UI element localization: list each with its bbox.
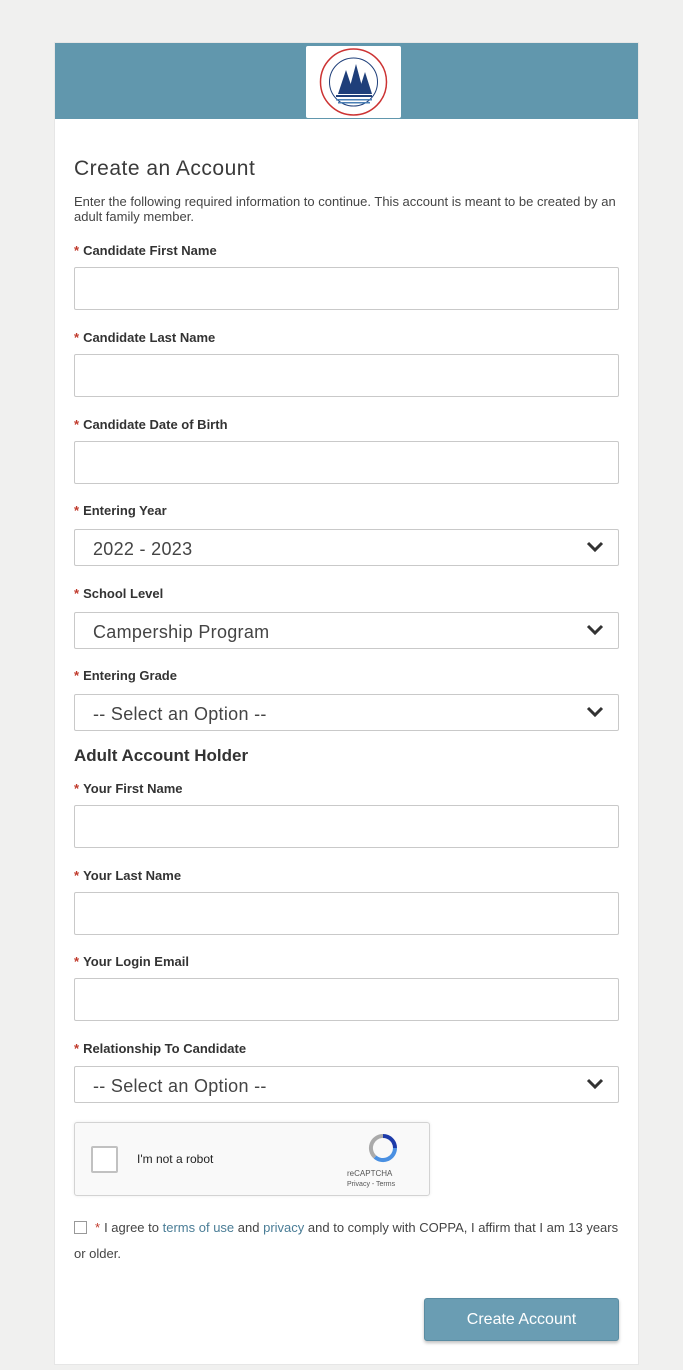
relationship-value: -- Select an Option --: [93, 1076, 267, 1096]
chevron-down-icon: [586, 541, 604, 553]
school-level-value: Campership Program: [93, 622, 270, 642]
recaptcha-icon: [368, 1133, 398, 1163]
entering-year-value: 2022 - 2023: [93, 539, 193, 559]
candidate-dob-label: * Candidate Date of Birth: [74, 417, 228, 432]
chevron-down-icon: [586, 624, 604, 636]
agree-checkbox[interactable]: [74, 1221, 87, 1234]
candidate-last-name-label: * Candidate Last Name: [74, 330, 216, 345]
candidate-dob-input[interactable]: [74, 441, 619, 484]
required-marker: *: [74, 781, 80, 796]
page-description: Enter the following required information…: [74, 194, 616, 224]
login-email-input[interactable]: [74, 978, 619, 1021]
recaptcha-widget: I'm not a robot reCAPTCHA Privacy - Term…: [74, 1122, 430, 1196]
privacy-link[interactable]: privacy: [263, 1220, 304, 1235]
required-marker: *: [74, 1041, 80, 1056]
your-first-name-label: * Your First Name: [74, 781, 183, 796]
required-marker: *: [95, 1220, 101, 1235]
entering-grade-select[interactable]: -- Select an Option --: [74, 694, 619, 731]
create-account-button[interactable]: Create Account: [424, 1298, 619, 1341]
signup-card: Create an Account Enter the following re…: [54, 42, 639, 1365]
entering-year-label: * Entering Year: [74, 503, 167, 518]
candidate-last-name-input[interactable]: [74, 354, 619, 397]
required-marker: *: [74, 668, 80, 683]
relationship-label: * Relationship To Candidate: [74, 1041, 247, 1056]
entering-year-select[interactable]: 2022 - 2023: [74, 529, 619, 566]
recaptcha-brand: reCAPTCHA: [347, 1169, 393, 1178]
chevron-down-icon: [586, 706, 604, 718]
required-marker: *: [74, 868, 80, 883]
required-marker: *: [74, 330, 80, 345]
login-email-label: * Your Login Email: [74, 954, 189, 969]
entering-grade-label: * Entering Grade: [74, 668, 177, 683]
required-marker: *: [74, 417, 80, 432]
your-last-name-label: * Your Last Name: [74, 868, 182, 883]
relationship-select[interactable]: -- Select an Option --: [74, 1066, 619, 1103]
recaptcha-links[interactable]: Privacy - Terms: [347, 1181, 395, 1188]
candidate-first-name-label: * Candidate First Name: [74, 243, 217, 258]
recaptcha-label: I'm not a robot: [137, 1152, 214, 1166]
school-level-select[interactable]: Campership Program: [74, 612, 619, 649]
entering-grade-value: -- Select an Option --: [93, 704, 267, 724]
camp-logo-icon: [306, 46, 401, 118]
adult-section-heading: Adult Account Holder: [74, 746, 249, 765]
your-first-name-input[interactable]: [74, 805, 619, 848]
required-marker: *: [74, 243, 80, 258]
chevron-down-icon: [586, 1078, 604, 1090]
recaptcha-checkbox[interactable]: [91, 1146, 118, 1173]
school-level-label: * School Level: [74, 586, 164, 601]
required-marker: *: [74, 503, 80, 518]
required-marker: *: [74, 954, 80, 969]
terms-of-use-link[interactable]: terms of use: [163, 1220, 235, 1235]
your-last-name-input[interactable]: [74, 892, 619, 935]
candidate-first-name-input[interactable]: [74, 267, 619, 310]
agreement-row: * I agree to terms of use and privacy and…: [74, 1220, 619, 1261]
page-title: Create an Account: [74, 157, 256, 180]
header-bar: [55, 43, 638, 119]
required-marker: *: [74, 586, 80, 601]
